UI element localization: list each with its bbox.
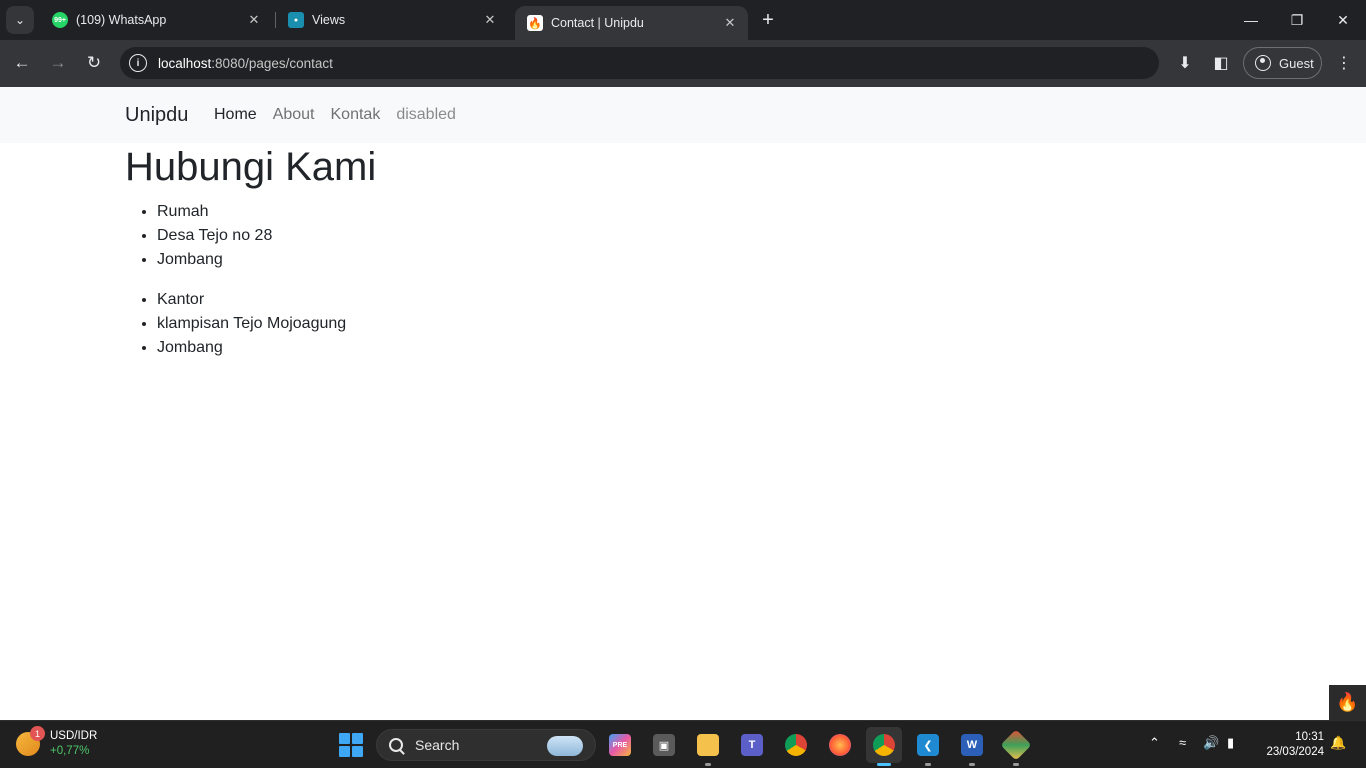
- page-title: Hubungi Kami: [125, 145, 377, 189]
- debug-toolbar-button[interactable]: 🔥: [1329, 685, 1366, 720]
- chrome-icon: [785, 734, 807, 756]
- download-icon[interactable]: ⬇: [1170, 48, 1200, 78]
- codeigniter-icon: 🔥: [527, 15, 543, 31]
- battery-icon[interactable]: ▮: [1227, 735, 1234, 751]
- web-page: Unipdu Home About Kontak disabled Hubung…: [0, 87, 1366, 720]
- file-explorer-icon: [697, 734, 719, 756]
- nav-disabled: disabled: [396, 106, 456, 123]
- search-placeholder: Search: [415, 737, 460, 753]
- tab-views[interactable]: ● Views ✕: [276, 0, 508, 40]
- address-bar[interactable]: i localhost:8080/pages/contact: [120, 47, 1159, 79]
- file-explorer-app[interactable]: [690, 727, 726, 766]
- views-icon: ●: [288, 12, 304, 28]
- list-item: Kantor: [157, 288, 346, 312]
- widgets-button[interactable]: 1 USD/IDR +0,77%: [16, 726, 98, 759]
- back-button[interactable]: ←: [7, 48, 37, 78]
- word-icon: W: [961, 734, 983, 756]
- firefox-icon: [829, 734, 851, 756]
- flame-icon: 🔥: [1336, 692, 1359, 712]
- clock-time: 10:31: [1295, 731, 1324, 743]
- home-address-list: Rumah Desa Tejo no 28 Jombang: [157, 200, 272, 272]
- nav-links: Home About Kontak disabled: [214, 106, 456, 124]
- site-brand[interactable]: Unipdu: [125, 104, 188, 127]
- tray-chevron-icon[interactable]: ⌃: [1149, 735, 1160, 751]
- browser-tab-strip: ⌄ 99+ (109) WhatsApp ✕ ● Views ✕ 🔥 Conta…: [0, 0, 1366, 40]
- browser-toolbar: ← → ↻ i localhost:8080/pages/contact ⬇ ◧…: [0, 40, 1366, 87]
- profile-icon: [1255, 55, 1271, 71]
- clock-date: 23/03/2024: [1266, 746, 1324, 758]
- tab-title: Views: [312, 13, 346, 27]
- site-navbar: Unipdu Home About Kontak disabled: [0, 87, 1366, 143]
- site-info-icon[interactable]: i: [129, 54, 147, 72]
- teams-app[interactable]: T: [734, 727, 770, 763]
- tab-title: (109) WhatsApp: [76, 13, 167, 27]
- whatsapp-icon: 99+: [52, 12, 68, 28]
- nav-about[interactable]: About: [273, 106, 315, 124]
- forward-button[interactable]: →: [43, 48, 73, 78]
- vscode-icon: ❮: [917, 734, 939, 756]
- widget-title: USD/IDR: [50, 730, 98, 742]
- firefox-app[interactable]: [822, 727, 858, 763]
- widget-icon: 1: [16, 726, 45, 756]
- close-icon[interactable]: ✕: [482, 12, 498, 28]
- nav-kontak[interactable]: Kontak: [331, 106, 381, 124]
- chevron-down-icon: ⌄: [14, 13, 26, 27]
- taskbar-search[interactable]: Search: [376, 729, 596, 761]
- tab-whatsapp[interactable]: 99+ (109) WhatsApp ✕: [40, 0, 272, 40]
- teams-icon: T: [741, 734, 763, 756]
- wifi-icon[interactable]: ≈: [1179, 735, 1186, 750]
- nav-home[interactable]: Home: [214, 106, 257, 124]
- list-item: Desa Tejo no 28: [157, 224, 272, 248]
- system-clock[interactable]: 10:31 23/03/2024: [1258, 730, 1324, 760]
- notification-badge: 1: [30, 726, 45, 741]
- chrome-app-active[interactable]: [866, 727, 902, 766]
- git-icon: [1000, 729, 1032, 761]
- copilot-icon: PRE: [609, 734, 631, 756]
- task-view-icon: ▣: [653, 734, 675, 756]
- list-item: Jombang: [157, 248, 272, 272]
- tab-search-button[interactable]: ⌄: [6, 6, 34, 34]
- vscode-app[interactable]: ❮: [910, 727, 946, 766]
- list-item: Rumah: [157, 200, 272, 224]
- tab-title: Contact | Unipdu: [551, 16, 644, 30]
- notification-bell-icon[interactable]: 🔔: [1330, 735, 1346, 751]
- url-text: localhost:8080/pages/contact: [158, 55, 333, 71]
- profile-button[interactable]: Guest: [1243, 47, 1322, 79]
- search-icon: [389, 738, 403, 752]
- windows-taskbar: 1 USD/IDR +0,77% Search PRE ▣ T ❮ W ⌃ ≈ …: [0, 720, 1366, 768]
- volume-icon[interactable]: 🔊: [1203, 735, 1219, 751]
- profile-label: Guest: [1279, 55, 1314, 71]
- restore-button[interactable]: ❐: [1274, 0, 1320, 40]
- new-tab-button[interactable]: +: [756, 8, 780, 32]
- list-item: Jombang: [157, 336, 346, 360]
- close-window-button[interactable]: ✕: [1320, 0, 1366, 40]
- copilot-app[interactable]: PRE: [602, 727, 638, 763]
- chrome-app[interactable]: [778, 727, 814, 763]
- tab-contact-unipdu[interactable]: 🔥 Contact | Unipdu ✕: [515, 6, 748, 40]
- start-button[interactable]: [339, 733, 363, 757]
- side-panel-icon[interactable]: ◧: [1206, 48, 1236, 78]
- word-app[interactable]: W: [954, 727, 990, 766]
- git-app[interactable]: [998, 727, 1034, 766]
- office-address-list: Kantor klampisan Tejo Mojoagung Jombang: [157, 288, 346, 360]
- cloud-icon: [547, 736, 583, 756]
- reload-button[interactable]: ↻: [79, 48, 109, 78]
- menu-icon[interactable]: ⋮: [1329, 48, 1359, 78]
- chrome-icon: [873, 734, 895, 756]
- minimize-button[interactable]: —: [1228, 0, 1274, 40]
- close-icon[interactable]: ✕: [722, 15, 738, 31]
- task-view-app[interactable]: ▣: [646, 727, 682, 763]
- widget-value: +0,77%: [50, 745, 90, 757]
- list-item: klampisan Tejo Mojoagung: [157, 312, 346, 336]
- close-icon[interactable]: ✕: [246, 12, 262, 28]
